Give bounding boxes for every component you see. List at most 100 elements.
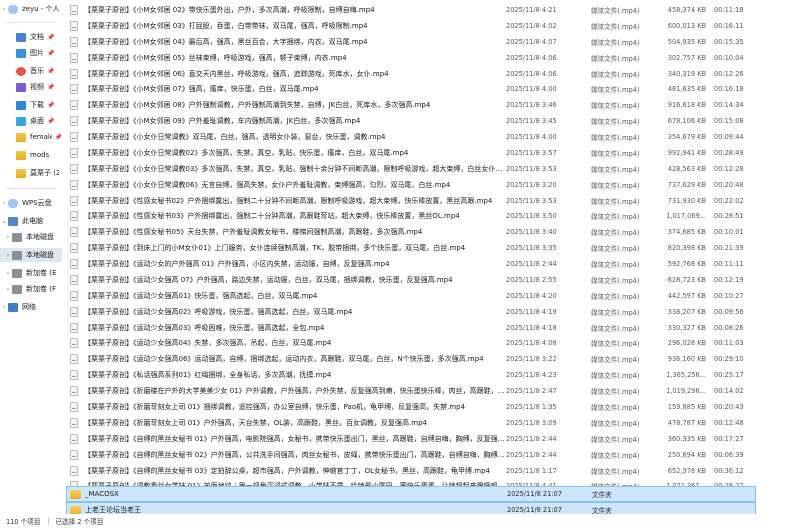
file-duration: 00:14:34 [714,101,744,110]
file-row[interactable]: 【栗栗子原创】《小M女邻居 08》户外强制调教，户外强制高潮到失禁，自缚，JK白… [66,97,756,113]
file-row[interactable]: 【栗栗子原创】《私话强高系列01》红绳捆绑，全身私话，多次高潮，抚摸.mp4 20… [66,367,756,383]
sidebar-item[interactable]: › WPS云盘 [0,196,62,210]
file-row[interactable]: 【栗栗子原创】《性感女秘书05》天台失禁，户外羞耻调教女秘书，楼梯间强制高潮，高… [66,224,756,240]
file-duration: 00:11:03 [714,339,744,348]
file-type: 媒体文件(.mp4) [591,324,640,333]
expand-chevron-icon[interactable]: › [0,200,8,207]
file-size: 1,019,296... [666,387,706,396]
media-file-icon [70,211,78,222]
media-file-icon [70,227,78,238]
file-row[interactable]: 【栗栗子原创】《运动少女的户外强高 01》户外强高，小区内失禁，运动服，自缚，反… [66,256,756,272]
file-row[interactable]: 【栗栗子原创】《运动少女强高01》快乐蛋，强高选起，白丝，双马尾.mp4 2025… [66,288,756,304]
file-duration: 00:10:04 [714,53,744,62]
expand-chevron-icon[interactable]: › [4,234,12,241]
file-name: 【栗栗子原创】《性感女秘书05》天台失禁，户外羞耻调教女秘书，楼梯间强制高潮，高… [84,228,423,237]
expand-chevron-icon[interactable]: › [4,270,12,277]
sidebar-item-label: 此电脑 [22,217,43,225]
media-file-icon [70,52,78,63]
file-row[interactable]: 【栗栗子原创】《小M女邻居 05》丝袜束缚，呼吸游戏，强高，顿子束缚，内衣.mp… [66,50,756,66]
file-size: 628,723 KB [667,275,706,284]
file-duration: 00:20:48 [714,180,744,189]
file-type: 媒体文件(.mp4) [591,7,640,15]
sidebar-item[interactable]: › 本地磁盘 [0,248,62,262]
file-type: 媒体文件(.mp4) [591,245,640,254]
file-duration: 00:16:18 [714,85,744,94]
sidebar-item[interactable]: › 新加卷 (F [0,282,62,296]
sidebar-item[interactable]: › 网络 [0,300,62,314]
file-row[interactable]: 【栗栗子原创】《运动少女强高02》呼吸游戏，快乐蛋，强高选起，白丝，双马尾.mp… [66,304,756,320]
file-row[interactable]: 【栗栗子原创】《小女仆日常调教06》无言自缚，强高失禁，女仆户外羞耻调教，束缚强… [66,177,756,193]
cloud-drive-icon [8,198,18,208]
sidebar-item[interactable]: 视频 📌 [0,80,62,94]
file-date: 2025/11/8 3:46 [506,101,557,110]
folder-row[interactable]: _MACOSX 2025/11/8 21:07 文件夹 [66,486,756,502]
sidebar-item[interactable]: 图片 📌 [0,46,62,60]
expand-chevron-icon[interactable]: › [0,304,8,311]
file-name: 【栗栗子原创】《运动少女强高04》失禁，多次强高，吊起，白丝，双马尾.mp4 [84,339,332,348]
file-row[interactable]: 【栗栗子原创】《性感女秘书02》户外捆绑露出，强制二十分钟不间断高潮，限制呼吸游… [66,193,756,209]
file-date: 2025/11/8 4:08 [506,339,557,348]
file-type: 媒体文件(.mp4) [591,134,640,143]
folder-row[interactable]: 上老王论坛当老王 2025/11/8 21:07 文件夹 [66,502,756,514]
file-row[interactable]: 【栗栗子原创】《运动少女强高06》运动强高，自缚，捆绑选起，运动内衣，高跟鞋，双… [66,351,756,367]
file-date: 2025/11/8 1:17 [506,466,557,475]
file-row[interactable]: 【栗栗子原创】《小M女邻居 06》直交天内黑丝，呼吸游戏，强高，追踪游戏，死库水… [66,66,756,82]
media-file-icon [70,259,78,270]
file-size: 600,013 KB [667,21,706,30]
file-duration: 00:36:12 [714,466,744,475]
file-size: 250,694 KB [667,450,706,459]
file-row[interactable]: 【栗栗子原创】《小M女邻居 04》最后高，强高，黑丝百合，大字捆绑，内衣，双马尾… [66,34,756,50]
sidebar-item-label: zeyu - 个人 [22,5,59,13]
sidebar-item[interactable]: ⌄ 此电脑 [0,214,62,228]
file-duration: 00:17:27 [714,434,744,443]
file-size: 302,757 KB [667,53,706,62]
file-row[interactable]: 【栗栗子原创】《小M女邻居 03》打屁股，吞蛋，白带带袜，双马尾，强高，呼吸限制… [66,18,756,34]
file-name: 【栗栗子原创】《性感女秘书02》户外捆绑露出，强制二十分钟不间断高潮，限制呼吸游… [84,196,493,205]
expand-chevron-icon[interactable]: › [0,6,8,13]
pin-icon: 📌 [47,67,55,75]
sidebar-item[interactable]: › zeyu - 个人 [0,2,62,16]
sidebar-divider [6,188,56,189]
pin-icon: 📌 [47,117,55,125]
file-name: 【栗栗子原创】《小女仆日常调教02》多次强高，失禁，真空，乳贴，快乐蛋，瘙痒，白… [84,148,409,157]
file-row[interactable]: 【栗栗子原创】《小女仆日常调教03》多次强高，失禁，真空，乳贴，强制十余分钟不间… [66,161,756,177]
sidebar-item[interactable]: 下载 📌 [0,98,62,112]
file-row[interactable]: 【栗栗子原创】《运动少女强高03》呼吸困难，快乐蛋，强高选起，全包.mp4 202… [66,320,756,336]
sidebar-item-label: 本地磁盘 [26,233,54,241]
file-row[interactable]: 【栗栗子原创】《折磨苛刻女上司 01》捆绑调教，遥控强高，办公室自缚，快乐蛋，P… [66,399,756,415]
pin-icon: 📌 [47,83,55,91]
file-row[interactable]: 【栗栗子原创】《折磨苛刻女上司 01》户外强高，天台失禁，OL装，高跟鞋，黑丝，… [66,415,756,431]
file-type: 媒体文件(.mp4) [591,22,640,31]
file-row[interactable]: 【栗栗子原创】《小M女邻居 09》户外羞耻调教，车内强制高潮，JK白丝，多次强高… [66,113,756,129]
sidebar-item[interactable]: › 新加卷 (E [0,266,62,280]
file-row[interactable]: 【栗栗子原创】《自缚的黑丝女秘书 02》户外强高，公共洗手间强高，肉丝女秘书，皮… [66,447,756,463]
pin-icon: 📌 [47,101,55,109]
file-row[interactable]: 【栗栗子原创】《折磨楼在户外的大学美美少女 01》户外调教，户外强高，户外失禁，… [66,383,756,399]
media-file-icon [70,243,78,254]
sidebar-item[interactable]: female📌 [0,130,62,144]
sidebar-item[interactable]: 莫栗子 (20 [0,166,62,180]
file-type: 媒体文件(.mp4) [591,435,640,444]
media-file-icon [70,36,78,47]
sidebar-item[interactable]: › 本地磁盘 [0,230,62,244]
file-row[interactable]: 【栗栗子原创】《到床上门的小M女仆01》上门服务，女仆连续强制高潮，TK，胶带捆… [66,240,756,256]
expand-chevron-icon[interactable]: ⌄ [0,218,8,225]
file-row[interactable]: 【栗栗子原创】《运动少女强高 07》户外强高，路边失禁，运动服，白丝，双马尾，捆… [66,272,756,288]
sidebar-item[interactable]: mods [0,148,62,162]
file-row[interactable]: 【栗栗子原创】《小M女邻居 02》带快乐蛋外出，户外，多次高潮，呼吸限制，自缚自… [66,2,756,18]
file-row[interactable]: 【栗栗子原创】《运动少女强高04》失禁，多次强高，吊起，白丝，双马尾.mp4 20… [66,335,756,351]
file-row[interactable]: 【栗栗子原创】《小M女邻居 07》强高，瘙痒，快乐蛋，白丝，双马尾.mp4 202… [66,81,756,97]
file-date: 2025/11/8 3:45 [506,117,557,126]
file-duration: 00:09:44 [714,133,744,142]
file-row[interactable]: 【栗栗子原创】《自缚的黑丝女秘书 03》定拍辞公桌，超市强高，户外调教，伸缩官丁… [66,463,756,479]
sidebar-item[interactable]: 文档 📌 [0,30,62,44]
sidebar-item[interactable]: 音乐 📌 [0,64,62,78]
file-row[interactable]: 【栗栗子原创】《自缚的黑丝女秘书 01》户外强高，电影院强高，女秘书，携带快乐蛋… [66,431,756,447]
sidebar-item[interactable]: 桌面 📌 [0,114,62,128]
file-row[interactable]: 【栗栗子原创】《性感女秘书03》户外捆绑露出，强制二十分钟高潮，高跟鞋苛站，超大… [66,208,756,224]
media-file-icon [70,433,78,444]
expand-chevron-icon[interactable]: › [4,286,12,293]
expand-chevron-icon[interactable]: › [4,252,12,259]
file-row[interactable]: 【栗栗子原创】《小女仆日常调教》双马尾，白丝，强高，透明女仆装，窗台，快乐蛋，调… [66,129,756,145]
file-row[interactable]: 【栗栗子原创】《小女仆日常调教02》多次强高，失禁，真空，乳贴，快乐蛋，瘙痒，白… [66,145,756,161]
